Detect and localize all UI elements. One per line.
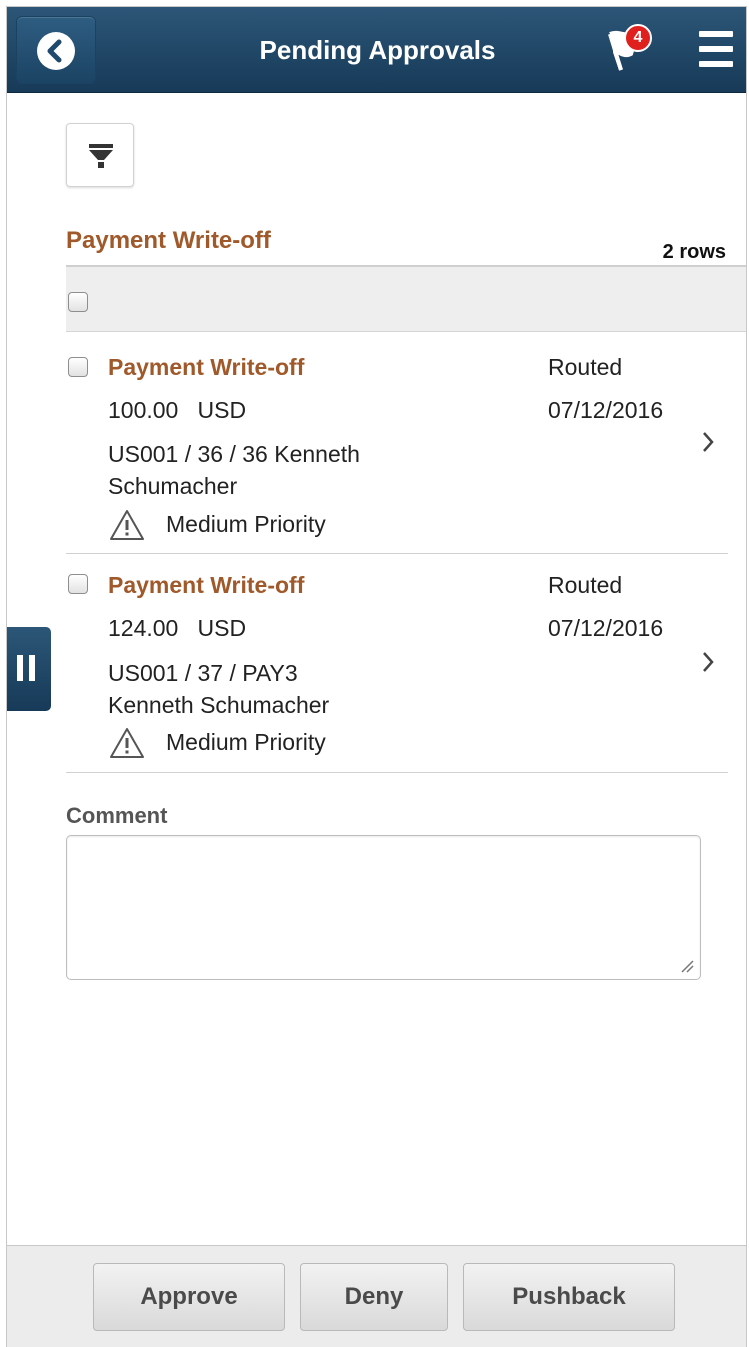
notification-count-badge: 4	[624, 24, 652, 52]
warning-icon	[110, 728, 144, 758]
item-checkbox[interactable]	[68, 357, 88, 377]
select-all-bar	[66, 265, 746, 332]
item-reference-cont: Kenneth Schumacher	[108, 692, 330, 718]
chevron-right-icon	[703, 432, 714, 452]
item-title: Payment Write-off	[108, 572, 305, 598]
filter-icon	[89, 144, 113, 168]
item-reference: US001 / 37 / PAY3	[108, 660, 298, 686]
item-date: 07/12/2016	[548, 615, 664, 641]
comment-label: Comment	[66, 803, 168, 828]
list-item[interactable]: Payment Write-off 124.00 USD US001 / 37 …	[66, 554, 728, 773]
item-title: Payment Write-off	[108, 354, 305, 380]
item-status: Routed	[548, 354, 623, 380]
page-title: Pending Approvals	[259, 35, 496, 65]
item-reference: US001 / 36 / 36 Kenneth	[108, 441, 360, 467]
pause-bars-icon	[17, 655, 23, 681]
pushback-button[interactable]: Pushback	[463, 1263, 675, 1331]
hamburger-menu-icon[interactable]	[699, 31, 733, 69]
notifications-button[interactable]: 4	[601, 24, 665, 74]
item-amount: 100.00 USD	[108, 397, 247, 423]
section-title: Payment Write-off	[66, 227, 271, 254]
item-amount: 124.00 USD	[108, 615, 247, 641]
pause-bars-icon-bar	[29, 655, 35, 681]
back-arrow-icon	[37, 32, 75, 70]
item-checkbox[interactable]	[68, 574, 88, 594]
select-all-checkbox[interactable]	[68, 292, 88, 312]
chevron-right-icon	[703, 652, 714, 672]
item-reference-cont: Schumacher	[108, 473, 238, 499]
item-status: Routed	[548, 572, 623, 598]
item-priority: Medium Priority	[166, 511, 326, 537]
resize-grip-icon[interactable]	[680, 959, 694, 973]
item-date: 07/12/2016	[548, 397, 664, 423]
list-item[interactable]: Payment Write-off 100.00 USD US001 / 36 …	[66, 332, 728, 554]
approve-button[interactable]: Approve	[93, 1263, 285, 1331]
app-frame: Pending Approvals 4 Payment Write-off 2 …	[6, 6, 747, 1347]
filter-button[interactable]	[66, 123, 134, 187]
header-bar: Pending Approvals 4	[7, 7, 746, 93]
item-priority: Medium Priority	[166, 729, 326, 755]
action-footer: Approve Deny Pushback	[7, 1245, 746, 1347]
warning-icon	[110, 510, 144, 540]
back-button[interactable]	[16, 16, 96, 84]
comment-input[interactable]	[66, 835, 701, 980]
side-panel-toggle[interactable]	[7, 627, 51, 711]
deny-button[interactable]: Deny	[300, 1263, 448, 1331]
row-count: 2 rows	[662, 241, 726, 263]
